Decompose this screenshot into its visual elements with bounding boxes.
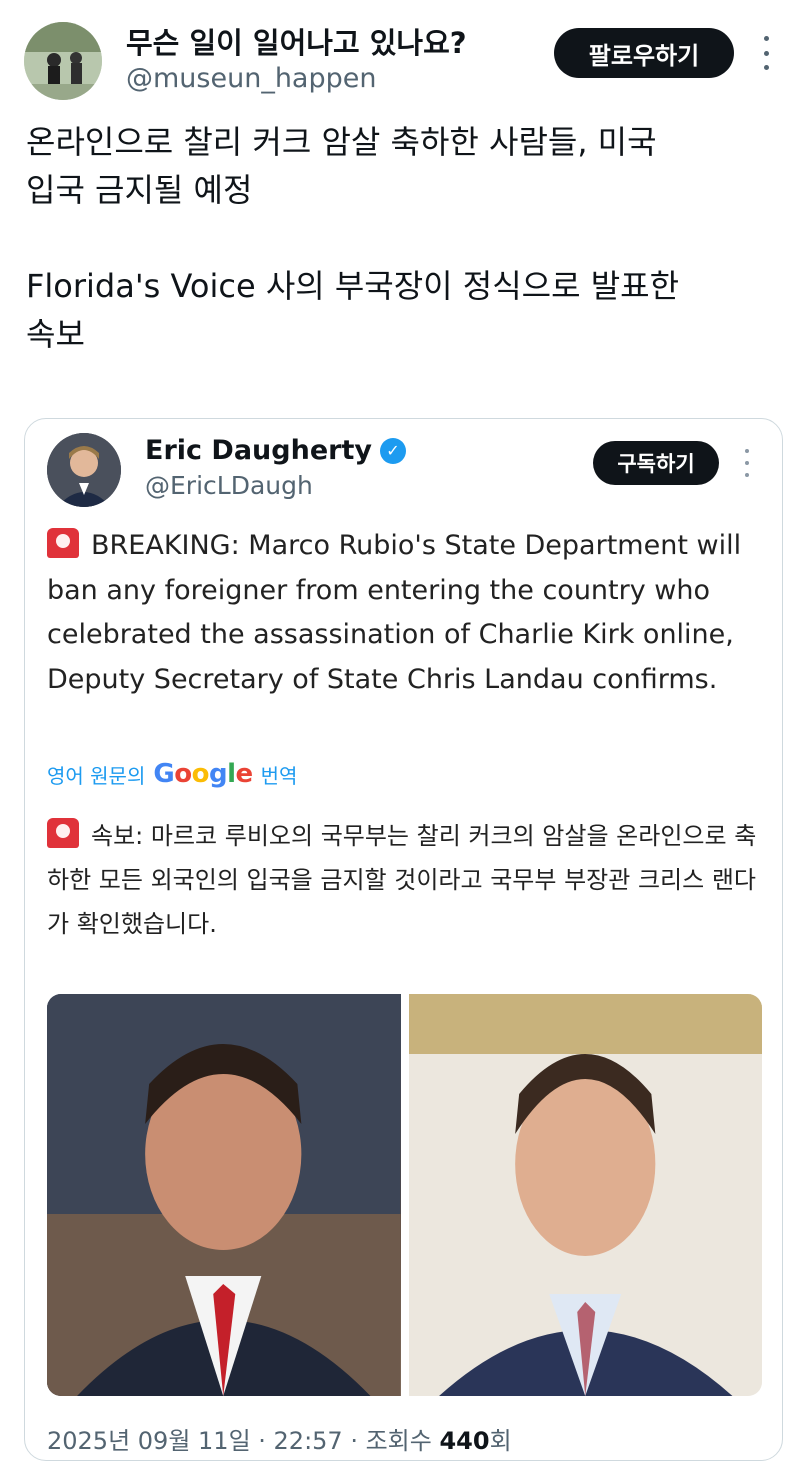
more-options-icon[interactable] — [760, 36, 772, 70]
view-count: 440 — [439, 1427, 490, 1455]
tweet-text-line: 속보 — [26, 315, 85, 353]
quoted-avatar[interactable] — [47, 433, 121, 507]
quoted-display-name[interactable]: Eric Daugherty ✓ — [145, 435, 406, 466]
verified-badge-icon: ✓ — [379, 437, 406, 464]
tweet-text: 온라인으로 찰리 커크 암살 축하한 사람들, 미국 입국 금지될 예정 Flo… — [26, 118, 786, 358]
siren-icon — [47, 818, 79, 848]
photo-man-red-tie[interactable] — [47, 994, 401, 1396]
photo-man-blue-suit[interactable] — [408, 994, 762, 1396]
view-unit: 회 — [489, 1427, 512, 1455]
tweet-text-line: 입국 금지될 예정 — [26, 171, 253, 209]
quoted-translated-text: 속보: 마르코 루비오의 국무부는 찰리 커크의 암살을 온라인으로 축하한 모… — [47, 814, 767, 946]
quoted-handle[interactable]: @EricLDaugh — [145, 471, 313, 500]
more-options-icon[interactable] — [742, 449, 752, 477]
tweet-text-line: Florida's Voice 사의 부국장이 정식으로 발표한 — [26, 267, 680, 305]
quoted-timestamp[interactable]: 2025년 09월 11일 · 22:57 · 조회수 440회 — [47, 1421, 512, 1456]
tweet-text-line: 온라인으로 찰리 커크 암살 축하한 사람들, 미국 — [26, 123, 657, 161]
handle[interactable]: @museun_happen — [126, 63, 376, 94]
display-name[interactable]: 무슨 일이 일어나고 있나요? — [126, 20, 467, 62]
quoted-tweet-card[interactable]: Eric Daugherty ✓ @EricLDaugh 구독하기 BREAKI… — [24, 418, 783, 1461]
follow-button[interactable]: 팔로우하기 — [554, 28, 734, 78]
timestamp-text: 2025년 09월 11일 · 22:57 · 조회수 — [47, 1427, 432, 1455]
tweet-header: 무슨 일이 일어나고 있나요? @museun_happen 팔로우하기 — [0, 0, 806, 110]
translate-prefix: 영어 원문의 — [47, 763, 146, 788]
siren-icon — [47, 528, 79, 558]
translate-suffix: 번역 — [260, 763, 298, 788]
quoted-name-text: Eric Daugherty — [145, 435, 372, 466]
quoted-translation-body: 속보: 마르코 루비오의 국무부는 찰리 커크의 암살을 온라인으로 축하한 모… — [47, 822, 757, 938]
translation-attribution[interactable]: 영어 원문의 Google 번역 — [47, 759, 297, 789]
subscribe-button[interactable]: 구독하기 — [593, 441, 719, 485]
google-logo: Google — [153, 759, 253, 789]
avatar[interactable] — [24, 22, 102, 100]
quoted-original-body: BREAKING: Marco Rubio's State Department… — [47, 530, 742, 695]
media-grid — [47, 994, 762, 1396]
quoted-original-text: BREAKING: Marco Rubio's State Department… — [47, 524, 767, 702]
